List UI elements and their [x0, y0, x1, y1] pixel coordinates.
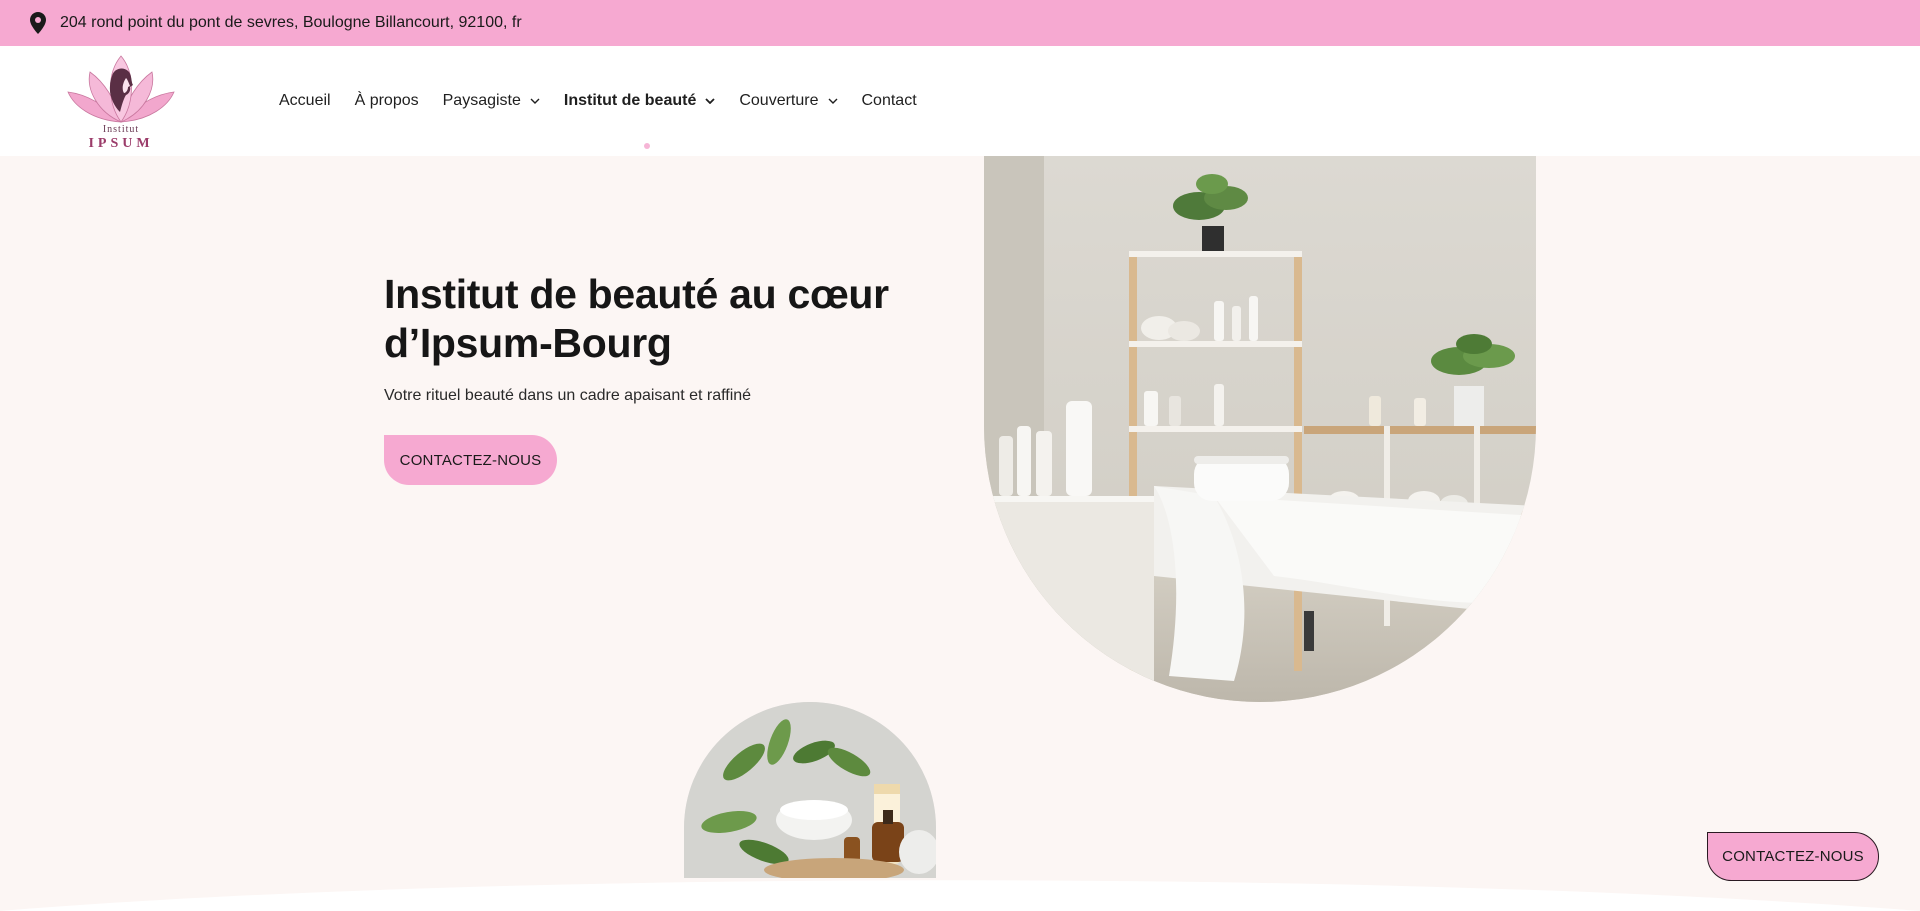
hero-contact-button[interactable]: CONTACTEZ-NOUS [384, 435, 557, 485]
main-nav: Accueil À propos Paysagiste Institut de … [279, 46, 941, 156]
floating-contact-button[interactable]: CONTACTEZ-NOUS [1707, 832, 1879, 881]
logo-ipsum-text: IPSUM [88, 136, 153, 151]
site-logo[interactable]: Institut IPSUM [62, 54, 180, 154]
nav-item-institut-de-beaute[interactable]: Institut de beauté [564, 92, 715, 110]
chevron-down-icon [705, 98, 715, 104]
nav-item-contact[interactable]: Contact [862, 92, 917, 110]
spa-products-image [684, 702, 936, 878]
nav-item-label: Paysagiste [442, 92, 521, 109]
nav-item-label: Couverture [739, 92, 819, 109]
chevron-down-icon [530, 98, 540, 104]
nav-item-paysagiste[interactable]: Paysagiste [443, 92, 540, 110]
address-text: 204 rond point du pont de sevres, Boulog… [60, 14, 522, 31]
spa-room-image [984, 156, 1536, 702]
site-header: Institut IPSUM Accueil À propos Paysagis… [0, 46, 1920, 156]
nav-item-accueil[interactable]: Accueil [279, 92, 331, 110]
hero-subtitle: Votre rituel beauté dans un cadre apaisa… [384, 387, 752, 404]
nav-item-label: Contact [861, 92, 917, 109]
nav-item-couverture[interactable]: Couverture [739, 92, 837, 110]
nav-item-label: À propos [354, 92, 419, 109]
chevron-down-icon [828, 98, 838, 104]
nav-item-label: Accueil [279, 92, 331, 109]
nav-item-a-propos[interactable]: À propos [355, 92, 419, 110]
logo-institut-text: Institut [103, 124, 139, 135]
section-divider-wave [0, 870, 1920, 911]
hero-title: Institut de beauté au cœur d’Ipsum-Bourg [384, 271, 889, 366]
active-nav-indicator [644, 143, 650, 149]
top-address-bar: 204 rond point du pont de sevres, Boulog… [0, 0, 1920, 46]
nav-item-label: Institut de beauté [563, 92, 697, 109]
map-pin-icon [30, 12, 46, 34]
